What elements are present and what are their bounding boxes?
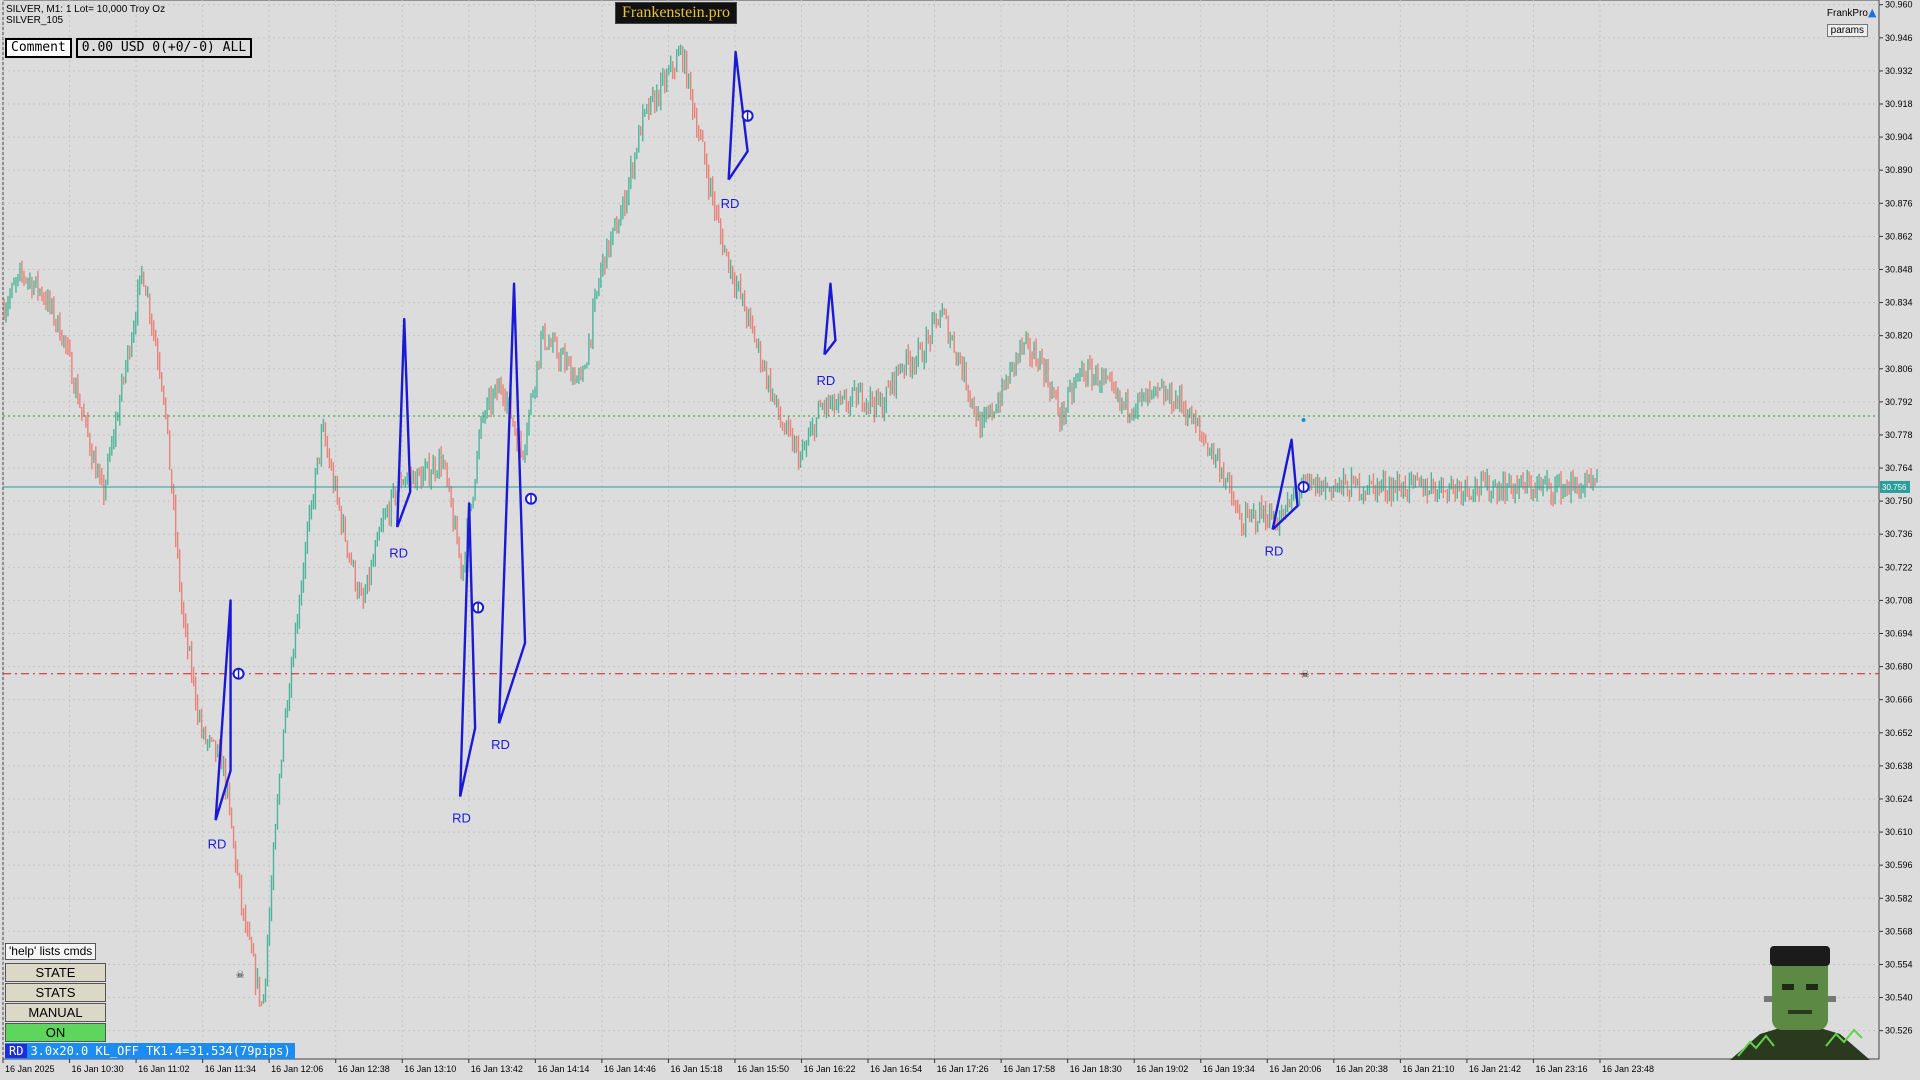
symbol-info: SILVER, M1: 1 Lot= 10,000 Troy Oz bbox=[6, 4, 166, 15]
y-tick-label: 30.568 bbox=[1885, 926, 1913, 936]
brand-banner[interactable]: Frankenstein.pro bbox=[615, 2, 737, 24]
y-tick-label: 30.526 bbox=[1885, 1026, 1913, 1036]
rd-pattern-label: RD bbox=[721, 196, 740, 211]
on-button[interactable]: ON bbox=[5, 1023, 106, 1042]
params-button[interactable]: params bbox=[1826, 24, 1868, 37]
stats-button[interactable]: STATS bbox=[5, 983, 106, 1002]
x-tick-label: 16 Jan 20:38 bbox=[1336, 1064, 1388, 1074]
x-tick-label: 16 Jan 12:38 bbox=[338, 1064, 390, 1074]
y-tick-label: 30.932 bbox=[1885, 66, 1913, 76]
x-tick-label: 16 Jan 15:18 bbox=[670, 1064, 722, 1074]
manual-button[interactable]: MANUAL bbox=[5, 1003, 106, 1022]
plot-area bbox=[2, 0, 1880, 1060]
skull-icon: ☠ bbox=[236, 970, 245, 981]
rd-pattern-label: RD bbox=[452, 810, 471, 825]
y-tick-label: 30.596 bbox=[1885, 860, 1913, 870]
x-tick-label: 16 Jan 16:22 bbox=[804, 1064, 856, 1074]
y-tick-label: 30.820 bbox=[1885, 331, 1913, 341]
frankenstein-avatar-icon bbox=[1730, 946, 1870, 1060]
y-tick-label: 30.792 bbox=[1885, 397, 1913, 407]
y-tick-label: 30.582 bbox=[1885, 893, 1913, 903]
y-tick-label: 30.806 bbox=[1885, 364, 1913, 374]
y-tick-label: 30.540 bbox=[1885, 993, 1913, 1003]
x-tick-label: 16 Jan 16:54 bbox=[870, 1064, 922, 1074]
y-tick-label: 30.946 bbox=[1885, 33, 1913, 43]
y-tick-label: 30.918 bbox=[1885, 99, 1913, 109]
y-tick-label: 30.960 bbox=[1885, 0, 1913, 10]
y-tick-label: 30.876 bbox=[1885, 198, 1913, 208]
y-tick-label: 30.554 bbox=[1885, 959, 1913, 969]
y-tick-label: 30.904 bbox=[1885, 132, 1913, 142]
y-tick-label: 30.680 bbox=[1885, 662, 1913, 672]
price-chart[interactable]: 30.756 ☠ ☠ RD RD RD RD RD RD RD 30.960 30.946 30.9… bbox=[0, 0, 1920, 1080]
comment-label: Comment bbox=[5, 38, 72, 58]
comment-row: Comment 0.00 USD 0(+0/-0) ALL bbox=[5, 38, 253, 58]
y-tick-label: 30.708 bbox=[1885, 595, 1913, 605]
state-button[interactable]: STATE bbox=[5, 963, 106, 982]
x-tick-label: 16 Jan 21:10 bbox=[1402, 1064, 1454, 1074]
rd-pattern-label: RD bbox=[389, 546, 408, 561]
x-tick-label: 16 Jan 18:30 bbox=[1070, 1064, 1122, 1074]
rd-pattern-label: RD bbox=[1265, 543, 1284, 558]
entry-dot-icon bbox=[1301, 418, 1306, 423]
y-tick-label: 30.652 bbox=[1885, 728, 1913, 738]
x-tick-label: 16 Jan 11:34 bbox=[205, 1064, 256, 1074]
status-text: 3.0x20.0 KL_OFF TK1.4=31.534(79pips) bbox=[30, 1044, 291, 1058]
y-tick-label: 30.624 bbox=[1885, 794, 1913, 804]
x-tick-label: 16 Jan 14:14 bbox=[537, 1064, 589, 1074]
y-tick-label: 30.722 bbox=[1885, 562, 1913, 572]
rd-pattern-label: RD bbox=[816, 373, 835, 388]
x-tick-label: 16 Jan 19:02 bbox=[1136, 1064, 1188, 1074]
rd-pattern-label: RD bbox=[208, 836, 227, 851]
y-tick-label: 30.736 bbox=[1885, 529, 1913, 539]
x-tick-label: 16 Jan 17:26 bbox=[937, 1064, 989, 1074]
x-tick-label: 16 Jan 20:06 bbox=[1269, 1064, 1321, 1074]
y-tick-label: 30.764 bbox=[1885, 463, 1913, 473]
x-tick-label: 16 Jan 17:58 bbox=[1003, 1064, 1055, 1074]
y-tick-label: 30.694 bbox=[1885, 629, 1913, 639]
x-tick-label: 16 Jan 2025 bbox=[5, 1064, 55, 1074]
symbol-sub-info: SILVER_105 bbox=[6, 15, 64, 26]
y-tick-label: 30.638 bbox=[1885, 761, 1913, 771]
x-tick-label: 16 Jan 13:42 bbox=[471, 1064, 523, 1074]
y-tick-label: 30.890 bbox=[1885, 165, 1913, 175]
x-tick-label: 16 Jan 23:16 bbox=[1535, 1064, 1587, 1074]
help-hint: 'help' lists cmds bbox=[5, 943, 97, 960]
x-tick-label: 16 Jan 23:48 bbox=[1602, 1064, 1654, 1074]
skull-icon: ☠ bbox=[1301, 670, 1310, 681]
status-bar: RD 3.0x20.0 KL_OFF TK1.4=31.534(79pips) bbox=[5, 1043, 295, 1059]
comment-value: 0.00 USD 0(+0/-0) ALL bbox=[75, 38, 253, 58]
y-tick-label: 30.848 bbox=[1885, 264, 1913, 274]
y-tick-label: 30.610 bbox=[1885, 827, 1913, 837]
rd-pattern-label: RD bbox=[491, 737, 510, 752]
hat-icon[interactable]: ▲ bbox=[1868, 7, 1880, 19]
x-tick-label: 16 Jan 21:42 bbox=[1469, 1064, 1521, 1074]
chart-window: 30.756 ☠ ☠ RD RD RD RD RD RD RD 30.960 30.946 30.9… bbox=[0, 0, 1920, 1080]
x-tick-label: 16 Jan 12:06 bbox=[271, 1064, 323, 1074]
current-price-label: 30.756 bbox=[1882, 483, 1907, 492]
x-tick-label: 16 Jan 19:34 bbox=[1203, 1064, 1255, 1074]
y-tick-label: 30.778 bbox=[1885, 430, 1913, 440]
account-label: FrankPro bbox=[1826, 8, 1868, 19]
y-tick-label: 30.862 bbox=[1885, 231, 1913, 241]
x-tick-label: 16 Jan 11:02 bbox=[138, 1064, 189, 1074]
x-tick-label: 16 Jan 10:30 bbox=[72, 1064, 124, 1074]
x-tick-label: 16 Jan 13:10 bbox=[404, 1064, 456, 1074]
x-tick-label: 16 Jan 14:46 bbox=[604, 1064, 656, 1074]
status-tag: RD bbox=[5, 1044, 28, 1058]
x-tick-label: 16 Jan 15:50 bbox=[737, 1064, 789, 1074]
y-tick-label: 30.834 bbox=[1885, 298, 1913, 308]
y-tick-label: 30.750 bbox=[1885, 496, 1913, 506]
y-tick-label: 30.666 bbox=[1885, 695, 1913, 705]
